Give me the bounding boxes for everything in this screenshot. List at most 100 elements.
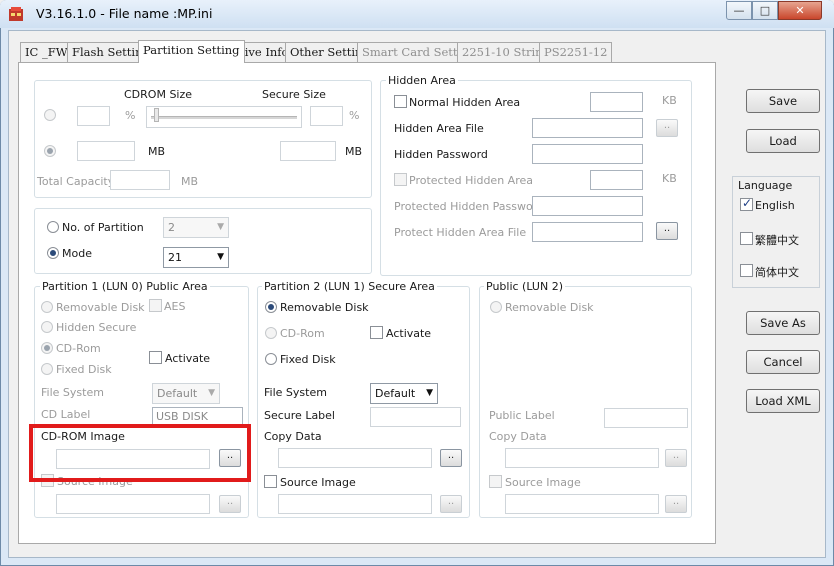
- p1-removable-disk-label: Removable Disk: [56, 301, 145, 314]
- cancel-button[interactable]: Cancel: [746, 350, 820, 374]
- p1-aes-label: AES: [164, 300, 186, 313]
- protected-hidden-password-label: Protected Hidden Password: [394, 200, 545, 213]
- p2-activate-checkbox[interactable]: [370, 326, 383, 339]
- cdrom-mb-input[interactable]: [77, 141, 135, 161]
- minimize-button[interactable]: —: [726, 1, 752, 20]
- p1-source-image-browse-button[interactable]: ..: [219, 495, 241, 513]
- p2-fixed-disk-radio[interactable]: [265, 353, 277, 365]
- close-button[interactable]: ✕: [778, 1, 822, 20]
- p2-file-system-combo[interactable]: Default ▼: [370, 383, 438, 404]
- language-label: Language: [738, 179, 793, 192]
- protected-hidden-password-input[interactable]: [532, 196, 643, 216]
- trad-chinese-checkbox[interactable]: [740, 232, 753, 245]
- mode-value: 21: [168, 251, 182, 264]
- chevron-down-icon: ▼: [208, 388, 215, 398]
- p2-source-image-input[interactable]: [278, 494, 432, 514]
- cdrom-percent-input[interactable]: [77, 106, 110, 126]
- p2-copy-data-label: Copy Data: [264, 430, 322, 443]
- slider-thumb[interactable]: [154, 108, 160, 122]
- save-as-button[interactable]: Save As: [746, 311, 820, 335]
- normal-hidden-area-checkbox[interactable]: [394, 95, 407, 108]
- secure-mb-input[interactable]: [280, 141, 336, 161]
- protected-hidden-area-checkbox[interactable]: [394, 173, 407, 186]
- p1-file-system-label: File System: [41, 386, 104, 399]
- protect-hidden-area-file-input[interactable]: [532, 222, 643, 242]
- percent-mode-radio[interactable]: [44, 109, 56, 121]
- p2-copy-data-input[interactable]: [278, 448, 432, 468]
- app-icon: [9, 7, 23, 21]
- lun2-removable-disk-radio[interactable]: [490, 301, 502, 313]
- load-xml-button[interactable]: Load XML: [746, 389, 820, 413]
- p2-removable-disk-radio[interactable]: [265, 301, 277, 313]
- p2-secure-label-label: Secure Label: [264, 409, 335, 422]
- lun2-source-image-input[interactable]: [505, 494, 659, 514]
- p1-source-image-input[interactable]: [56, 494, 210, 514]
- mode-radio[interactable]: [47, 247, 59, 259]
- lun2-copy-data-label: Copy Data: [489, 430, 547, 443]
- hidden-area-file-input[interactable]: [532, 118, 643, 138]
- p1-file-system-combo[interactable]: Default ▼: [152, 383, 220, 404]
- protected-hidden-area-label: Protected Hidden Area: [409, 174, 533, 187]
- secure-percent-input[interactable]: [310, 106, 343, 126]
- p1-removable-disk-radio[interactable]: [41, 301, 53, 313]
- p1-cd-rom-label: CD-Rom: [56, 342, 101, 355]
- total-capacity-input[interactable]: [110, 170, 170, 190]
- p2-cd-rom-radio[interactable]: [265, 327, 277, 339]
- p1-activate-checkbox[interactable]: [149, 351, 162, 364]
- mode-combo[interactable]: 21 ▼: [163, 247, 229, 268]
- lun2-source-image-browse-button[interactable]: ..: [665, 495, 687, 513]
- tab-ic-fw[interactable]: IC _FW: [20, 42, 73, 62]
- p1-cdrom-image-browse-button[interactable]: ..: [219, 449, 241, 467]
- p2-source-image-label: Source Image: [280, 476, 356, 489]
- cdrom-size-slider[interactable]: [146, 106, 302, 128]
- lun2-public-label-label: Public Label: [489, 409, 555, 422]
- lun2-copy-data-input[interactable]: [505, 448, 659, 468]
- load-button[interactable]: Load: [746, 129, 820, 153]
- normal-hidden-area-size-input[interactable]: [590, 92, 643, 112]
- save-button[interactable]: Save: [746, 89, 820, 113]
- p1-cd-rom-radio[interactable]: [41, 342, 53, 354]
- hidden-area-file-browse-button[interactable]: ..: [656, 119, 678, 137]
- p1-aes-checkbox[interactable]: [149, 299, 162, 312]
- hidden-password-input[interactable]: [532, 144, 643, 164]
- mode-label: Mode: [62, 247, 92, 260]
- p1-cd-label-label: CD Label: [41, 408, 91, 421]
- chevron-down-icon: ▼: [217, 252, 224, 262]
- window-title: V3.16.1.0 - File name :MP.ini: [36, 6, 213, 21]
- secure-percent-unit: %: [349, 109, 360, 122]
- protected-hidden-area-size-input[interactable]: [590, 170, 643, 190]
- chevron-down-icon: ▼: [217, 222, 224, 232]
- lun2-public-label-input[interactable]: [604, 408, 688, 428]
- normal-hidden-area-label: Normal Hidden Area: [409, 96, 521, 109]
- mb-mode-radio[interactable]: [44, 145, 56, 157]
- no-of-partition-value: 2: [168, 221, 175, 234]
- p1-hidden-secure-label: Hidden Secure: [56, 321, 137, 334]
- no-of-partition-combo[interactable]: 2 ▼: [163, 217, 229, 238]
- p1-hidden-secure-radio[interactable]: [41, 321, 53, 333]
- p2-secure-label-input[interactable]: [370, 407, 461, 427]
- lun2-source-image-checkbox[interactable]: [489, 475, 502, 488]
- tab-ps2251-12[interactable]: PS2251-12: [539, 42, 613, 62]
- no-of-partition-radio[interactable]: [47, 221, 59, 233]
- lun2-copy-data-browse-button[interactable]: ..: [665, 449, 687, 467]
- cdrom-mb-unit: MB: [148, 145, 166, 158]
- protect-hidden-area-file-browse-button[interactable]: ..: [656, 222, 678, 240]
- p2-copy-data-browse-button[interactable]: ..: [440, 449, 462, 467]
- tab-partition-setting[interactable]: Partition Setting: [138, 40, 245, 63]
- simp-chinese-checkbox[interactable]: [740, 264, 753, 277]
- english-checkbox[interactable]: [740, 196, 753, 211]
- partition-2-title: Partition 2 (LUN 1) Secure Area: [262, 280, 437, 293]
- total-capacity-label: Total Capacity: [37, 175, 115, 188]
- p2-source-image-browse-button[interactable]: ..: [440, 495, 462, 513]
- trad-chinese-label: 繁體中文: [755, 234, 799, 247]
- hidden-area-title: Hidden Area: [386, 74, 458, 87]
- cdrom-size-label: CDROM Size: [124, 88, 193, 101]
- protect-hidden-area-file-label: Protect Hidden Area File: [394, 226, 527, 239]
- p2-source-image-checkbox[interactable]: [264, 475, 277, 488]
- secure-size-label: Secure Size: [262, 88, 326, 101]
- partition-1-title: Partition 1 (LUN 0) Public Area: [40, 280, 210, 293]
- p1-fixed-disk-radio[interactable]: [41, 363, 53, 375]
- p1-cdrom-image-label: CD-ROM Image: [41, 430, 125, 443]
- maximize-button[interactable]: □: [752, 1, 778, 20]
- p2-activate-label: Activate: [386, 327, 432, 340]
